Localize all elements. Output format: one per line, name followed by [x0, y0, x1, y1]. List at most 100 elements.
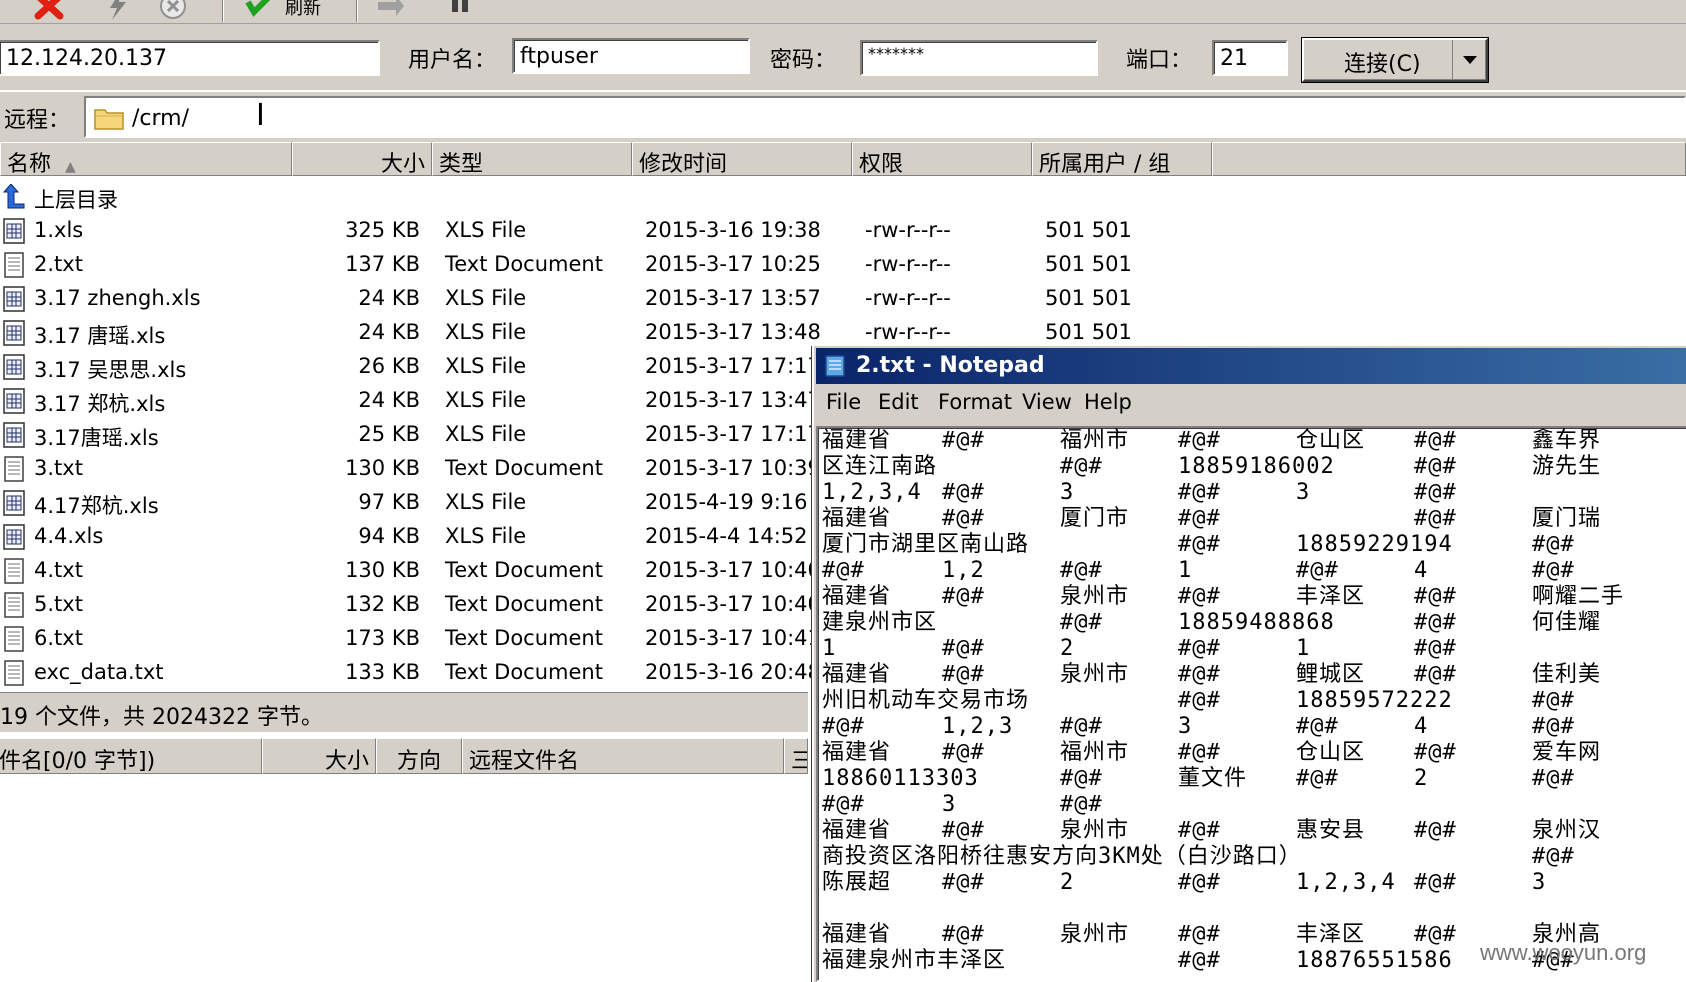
file-row[interactable]: 3.17 zhengh.xls 24 KB XLS File 2015-3-17 13… [0, 282, 1132, 316]
notepad-text-field: #@# [1296, 766, 1339, 791]
notepad-text-line: 福建省 #@# 泉州市 #@# 惠安县 #@# 泉州汉 [818, 818, 1686, 844]
notepad-menu-edit[interactable]: Edit [878, 390, 919, 414]
notepad-text-line: 福建省 #@# 福州市 #@# 仓山区 #@# 爱车网 [818, 740, 1686, 766]
refresh-label[interactable]: 刷新 [285, 0, 321, 20]
notepad-text-field: #@# [1532, 688, 1575, 713]
notepad-menu-file[interactable]: File [826, 390, 861, 414]
file-type: Text Document [445, 456, 603, 480]
parent-dir-row[interactable]: 上层目录 [0, 180, 808, 214]
notepad-text-field: 1,2 [942, 558, 985, 583]
notepad-text-field: 1,2,3,4 [1296, 870, 1396, 895]
file-row[interactable]: 1.xls 325 KB XLS File 2015-3-16 19:38 -rw-r-… [0, 214, 1132, 248]
file-row[interactable]: 4.4.xls 94 KB XLS File 2015-4-4 14:52 [0, 520, 808, 554]
notepad-text-field: #@# [1060, 792, 1103, 817]
notepad-text-field: 1,2,3 [942, 714, 1014, 739]
file-row[interactable]: 3.txt 130 KB Text Document 2015-3-17 10:39 [0, 452, 821, 486]
notepad-menu-view[interactable]: View [1022, 390, 1072, 414]
notepad-text-field: #@# [1178, 532, 1221, 557]
notepad-text-field: #@# [1060, 558, 1103, 583]
password-input[interactable]: ******* [860, 40, 1098, 76]
file-modified: 2015-3-16 20:48 [645, 660, 821, 684]
notepad-text-field: #@# [1178, 948, 1221, 973]
notepad-text-field: 3 [1296, 480, 1311, 505]
disconnect-icon[interactable] [34, 0, 64, 20]
watermark: www.wooyun.org [1480, 940, 1647, 965]
lightning-icon[interactable] [102, 0, 132, 20]
notepad-text-field: #@# [1178, 870, 1221, 895]
host-input[interactable]: 12.124.20.137 [0, 40, 380, 76]
notepad-text-field: 何佳耀 [1532, 610, 1602, 635]
stop-icon[interactable] [158, 0, 188, 20]
notepad-text-field: #@# [942, 428, 985, 453]
file-row[interactable]: 5.txt 132 KB Text Document 2015-3-17 10:40 [0, 588, 821, 622]
connect-button[interactable]: 连接(C) [1302, 38, 1488, 82]
file-modified: 2015-3-17 13:57 [645, 286, 821, 310]
notepad-text-field: #@# [1060, 610, 1103, 635]
queue-column-direction[interactable]: 方向 [376, 738, 462, 774]
file-row[interactable]: 4.17郑杭.xls 97 KB XLS File 2015-4-19 9:16 [0, 486, 808, 520]
status-bar: 19 个文件，共 2024322 字节。 [0, 692, 808, 732]
queue-column-remote[interactable]: 远程文件名 [462, 738, 784, 774]
file-row[interactable]: 3.17 吴思思.xls 26 KB XLS File 2015-3-17 17:17 [0, 350, 821, 384]
column-owner[interactable]: 所属用户 / 组 [1032, 142, 1212, 177]
file-row[interactable]: 3.17唐瑶.xls 25 KB XLS File 2015-3-17 17:17 [0, 418, 821, 452]
queue-column-local[interactable]: 件名[0/0 字节]) [0, 738, 262, 774]
username-input[interactable]: ftpuser [512, 38, 750, 74]
queue-column-size[interactable]: 大小 [262, 738, 376, 774]
remote-path-input[interactable]: /crm/ I [84, 96, 1686, 138]
column-type[interactable]: 类型 [432, 142, 632, 177]
notepad-text-field: #@# [1414, 584, 1457, 609]
file-list-header: 名称 ▲ 大小 类型 修改时间 权限 所属用户 / 组 [0, 142, 1686, 177]
notepad-title-bar[interactable]: 2.txt - Notepad [816, 348, 1686, 384]
file-modified: 2015-3-17 13:48 [645, 320, 821, 344]
file-size: 25 KB [358, 422, 420, 446]
notepad-text-line: #@# 3 #@# [818, 792, 1686, 818]
notepad-text-field: #@# [1414, 636, 1457, 661]
file-type: XLS File [445, 354, 527, 378]
file-size: 24 KB [358, 388, 420, 412]
notepad-text-line [818, 896, 1686, 922]
file-size: 325 KB [345, 218, 420, 242]
file-row[interactable]: 6.txt 173 KB Text Document 2015-3-17 10:41 [0, 622, 821, 656]
column-modified[interactable]: 修改时间 [632, 142, 852, 177]
notepad-text-field: 1 [822, 636, 837, 661]
notepad-text-field: 建泉州市区 [822, 610, 938, 635]
pause-icon[interactable] [446, 0, 476, 20]
column-size[interactable]: 大小 [292, 142, 432, 177]
notepad-text-field: 丰泽区 [1296, 922, 1366, 947]
file-permissions: -rw-r--r-- [865, 218, 951, 242]
arrow-right-icon[interactable] [376, 0, 406, 20]
column-permissions[interactable]: 权限 [852, 142, 1032, 177]
file-row[interactable]: 3.17 唐瑶.xls 24 KB XLS File 2015-3-17 13:48-… [0, 316, 1132, 350]
chevron-down-icon[interactable] [1452, 40, 1486, 80]
notepad-text-field: #@# [942, 506, 985, 531]
file-row[interactable]: exc_data.txt 133 KB Text Document 2015-3-16… [0, 656, 821, 690]
notepad-text-field: 泉州汉 [1532, 818, 1602, 843]
file-type: XLS File [445, 524, 527, 548]
port-input[interactable]: 21 [1212, 40, 1288, 76]
notepad-text-area[interactable]: 福建省 #@# 福州市 #@# 仓山区 #@# 鑫车界 区连江南路 #@# 18859186002… [816, 426, 1686, 982]
file-row[interactable]: 4.txt 130 KB Text Document 2015-3-17 10:40 [0, 554, 821, 588]
notepad-text-field: 3 [1060, 480, 1075, 505]
notepad-window[interactable]: 2.txt - Notepad File Edit Format View Help 福… [812, 346, 1686, 982]
username-label: 用户名： [408, 48, 497, 73]
column-name[interactable]: 名称 ▲ [0, 142, 292, 177]
file-owner: 501 501 [1045, 218, 1132, 242]
notepad-text-field: #@# [942, 922, 985, 947]
notepad-text-field: 福建省 [822, 740, 892, 765]
notepad-text-line: 州旧机动车交易市场 #@# 18859572222 #@# [818, 688, 1686, 714]
notepad-text-field: #@# [1532, 766, 1575, 791]
queue-column-more[interactable]: 三 [784, 738, 808, 774]
refresh-icon[interactable] [244, 0, 274, 20]
notepad-icon [825, 355, 845, 377]
notepad-menu-format[interactable]: Format [938, 390, 1012, 414]
file-modified: 2015-3-17 17:17 [645, 422, 821, 446]
file-row[interactable]: 3.17 郑杭.xls 24 KB XLS File 2015-3-17 13:47 [0, 384, 821, 418]
notepad-text-field: #@# [822, 792, 865, 817]
notepad-text-field: 区连江南路 [822, 454, 938, 479]
notepad-text-field: 1,2,3,4 [822, 480, 922, 505]
notepad-text-field: #@# [1178, 688, 1221, 713]
file-row[interactable]: 2.txt 137 KB Text Document 2015-3-17 10:25-… [0, 248, 1132, 282]
notepad-text-field: 4 [1414, 714, 1429, 739]
notepad-menu-help[interactable]: Help [1084, 390, 1132, 414]
